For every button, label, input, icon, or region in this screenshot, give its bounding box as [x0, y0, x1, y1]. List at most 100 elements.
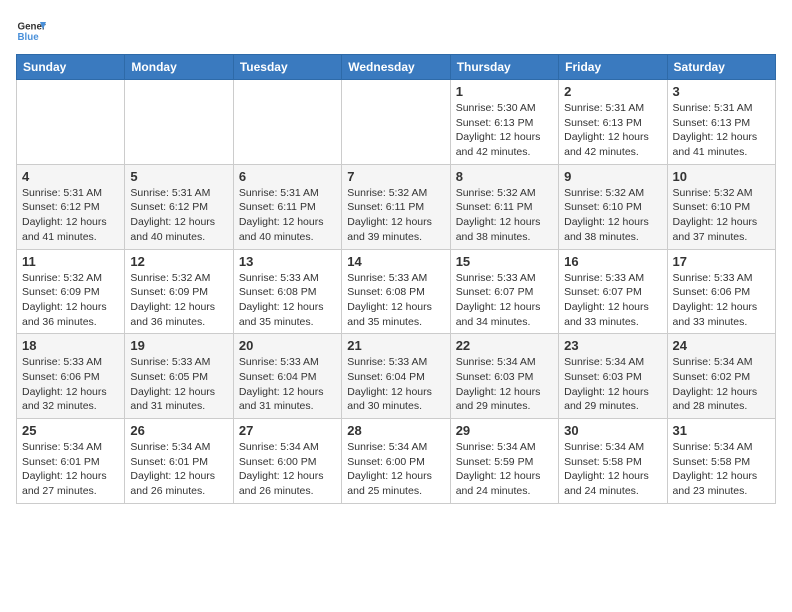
day-cell: 20 Sunrise: 5:33 AM Sunset: 6:04 PM Dayli…: [233, 334, 341, 419]
day-number: 13: [239, 254, 336, 269]
day-cell: [342, 80, 450, 165]
day-info: Sunrise: 5:33 AM Sunset: 6:07 PM Dayligh…: [564, 271, 661, 330]
day-info: Sunrise: 5:32 AM Sunset: 6:09 PM Dayligh…: [130, 271, 227, 330]
weekday-header-wednesday: Wednesday: [342, 55, 450, 80]
day-info: Sunrise: 5:34 AM Sunset: 6:01 PM Dayligh…: [22, 440, 119, 499]
day-number: 25: [22, 423, 119, 438]
day-cell: 29 Sunrise: 5:34 AM Sunset: 5:59 PM Dayli…: [450, 419, 558, 504]
day-cell: 17Sunrise: 5:33 AM Sunset: 6:06 PM Dayli…: [667, 249, 775, 334]
day-cell: 9 Sunrise: 5:32 AM Sunset: 6:10 PM Daylig…: [559, 164, 667, 249]
day-number: 3: [673, 84, 770, 99]
day-info: Sunrise: 5:33 AM Sunset: 6:06 PM Dayligh…: [673, 271, 770, 330]
week-row-2: 4Sunrise: 5:31 AM Sunset: 6:12 PM Daylig…: [17, 164, 776, 249]
day-info: Sunrise: 5:34 AM Sunset: 6:02 PM Dayligh…: [673, 355, 770, 414]
weekday-header-monday: Monday: [125, 55, 233, 80]
day-info: Sunrise: 5:31 AM Sunset: 6:13 PM Dayligh…: [564, 101, 661, 160]
svg-text:Blue: Blue: [18, 32, 40, 43]
logo: General Blue: [16, 16, 50, 46]
day-cell: 11Sunrise: 5:32 AM Sunset: 6:09 PM Dayli…: [17, 249, 125, 334]
day-cell: 28Sunrise: 5:34 AM Sunset: 6:00 PM Dayli…: [342, 419, 450, 504]
day-number: 22: [456, 338, 553, 353]
weekday-header-saturday: Saturday: [667, 55, 775, 80]
day-number: 18: [22, 338, 119, 353]
day-cell: 2 Sunrise: 5:31 AM Sunset: 6:13 PM Daylig…: [559, 80, 667, 165]
day-info: Sunrise: 5:31 AM Sunset: 6:11 PM Dayligh…: [239, 186, 336, 245]
day-info: Sunrise: 5:34 AM Sunset: 6:03 PM Dayligh…: [564, 355, 661, 414]
day-cell: 26 Sunrise: 5:34 AM Sunset: 6:01 PM Dayli…: [125, 419, 233, 504]
day-number: 27: [239, 423, 336, 438]
week-row-1: 1Sunrise: 5:30 AM Sunset: 6:13 PM Daylig…: [17, 80, 776, 165]
week-row-4: 18 Sunrise: 5:33 AM Sunset: 6:06 PM Dayli…: [17, 334, 776, 419]
week-row-5: 25 Sunrise: 5:34 AM Sunset: 6:01 PM Dayli…: [17, 419, 776, 504]
day-cell: 27 Sunrise: 5:34 AM Sunset: 6:00 PM Dayli…: [233, 419, 341, 504]
day-number: 24: [673, 338, 770, 353]
day-cell: 10 Sunrise: 5:32 AM Sunset: 6:10 PM Dayli…: [667, 164, 775, 249]
day-number: 7: [347, 169, 444, 184]
day-cell: [233, 80, 341, 165]
day-info: Sunrise: 5:31 AM Sunset: 6:12 PM Dayligh…: [130, 186, 227, 245]
day-number: 29: [456, 423, 553, 438]
day-info: Sunrise: 5:31 AM Sunset: 6:12 PM Dayligh…: [22, 186, 119, 245]
day-number: 30: [564, 423, 661, 438]
day-cell: 12Sunrise: 5:32 AM Sunset: 6:09 PM Dayli…: [125, 249, 233, 334]
day-cell: 22 Sunrise: 5:34 AM Sunset: 6:03 PM Dayli…: [450, 334, 558, 419]
day-number: 5: [130, 169, 227, 184]
day-info: Sunrise: 5:34 AM Sunset: 5:58 PM Dayligh…: [564, 440, 661, 499]
day-info: Sunrise: 5:33 AM Sunset: 6:04 PM Dayligh…: [239, 355, 336, 414]
day-cell: 8 Sunrise: 5:32 AM Sunset: 6:11 PM Daylig…: [450, 164, 558, 249]
day-info: Sunrise: 5:34 AM Sunset: 5:59 PM Dayligh…: [456, 440, 553, 499]
day-info: Sunrise: 5:33 AM Sunset: 6:06 PM Dayligh…: [22, 355, 119, 414]
day-info: Sunrise: 5:31 AM Sunset: 6:13 PM Dayligh…: [673, 101, 770, 160]
day-cell: 14 Sunrise: 5:33 AM Sunset: 6:08 PM Dayli…: [342, 249, 450, 334]
day-number: 10: [673, 169, 770, 184]
day-number: 9: [564, 169, 661, 184]
day-cell: 4Sunrise: 5:31 AM Sunset: 6:12 PM Daylig…: [17, 164, 125, 249]
day-cell: 5 Sunrise: 5:31 AM Sunset: 6:12 PM Daylig…: [125, 164, 233, 249]
weekday-header-sunday: Sunday: [17, 55, 125, 80]
day-info: Sunrise: 5:34 AM Sunset: 6:01 PM Dayligh…: [130, 440, 227, 499]
day-number: 31: [673, 423, 770, 438]
day-cell: 18 Sunrise: 5:33 AM Sunset: 6:06 PM Dayli…: [17, 334, 125, 419]
day-cell: 30 Sunrise: 5:34 AM Sunset: 5:58 PM Dayli…: [559, 419, 667, 504]
day-cell: 6 Sunrise: 5:31 AM Sunset: 6:11 PM Daylig…: [233, 164, 341, 249]
logo-icon: General Blue: [16, 16, 46, 46]
weekday-header-thursday: Thursday: [450, 55, 558, 80]
day-number: 15: [456, 254, 553, 269]
weekday-header-tuesday: Tuesday: [233, 55, 341, 80]
day-number: 11: [22, 254, 119, 269]
day-info: Sunrise: 5:33 AM Sunset: 6:05 PM Dayligh…: [130, 355, 227, 414]
day-info: Sunrise: 5:33 AM Sunset: 6:08 PM Dayligh…: [347, 271, 444, 330]
day-cell: 19 Sunrise: 5:33 AM Sunset: 6:05 PM Dayli…: [125, 334, 233, 419]
day-number: 6: [239, 169, 336, 184]
day-info: Sunrise: 5:34 AM Sunset: 6:00 PM Dayligh…: [239, 440, 336, 499]
day-cell: [17, 80, 125, 165]
day-info: Sunrise: 5:32 AM Sunset: 6:10 PM Dayligh…: [564, 186, 661, 245]
day-cell: [125, 80, 233, 165]
day-info: Sunrise: 5:33 AM Sunset: 6:08 PM Dayligh…: [239, 271, 336, 330]
day-info: Sunrise: 5:33 AM Sunset: 6:04 PM Dayligh…: [347, 355, 444, 414]
day-number: 23: [564, 338, 661, 353]
day-number: 14: [347, 254, 444, 269]
day-info: Sunrise: 5:34 AM Sunset: 5:58 PM Dayligh…: [673, 440, 770, 499]
day-cell: 15 Sunrise: 5:33 AM Sunset: 6:07 PM Dayli…: [450, 249, 558, 334]
day-number: 26: [130, 423, 227, 438]
day-info: Sunrise: 5:32 AM Sunset: 6:11 PM Dayligh…: [456, 186, 553, 245]
day-number: 2: [564, 84, 661, 99]
day-info: Sunrise: 5:30 AM Sunset: 6:13 PM Dayligh…: [456, 101, 553, 160]
day-cell: 3 Sunrise: 5:31 AM Sunset: 6:13 PM Daylig…: [667, 80, 775, 165]
day-cell: 21 Sunrise: 5:33 AM Sunset: 6:04 PM Dayli…: [342, 334, 450, 419]
day-cell: 24 Sunrise: 5:34 AM Sunset: 6:02 PM Dayli…: [667, 334, 775, 419]
day-info: Sunrise: 5:32 AM Sunset: 6:11 PM Dayligh…: [347, 186, 444, 245]
day-number: 19: [130, 338, 227, 353]
weekday-header-row: SundayMondayTuesdayWednesdayThursdayFrid…: [17, 55, 776, 80]
day-number: 28: [347, 423, 444, 438]
day-info: Sunrise: 5:34 AM Sunset: 6:03 PM Dayligh…: [456, 355, 553, 414]
day-number: 21: [347, 338, 444, 353]
day-number: 8: [456, 169, 553, 184]
day-info: Sunrise: 5:32 AM Sunset: 6:10 PM Dayligh…: [673, 186, 770, 245]
day-number: 20: [239, 338, 336, 353]
day-cell: 31 Sunrise: 5:34 AM Sunset: 5:58 PM Dayli…: [667, 419, 775, 504]
page-header: General Blue: [16, 16, 776, 46]
day-number: 16: [564, 254, 661, 269]
day-info: Sunrise: 5:33 AM Sunset: 6:07 PM Dayligh…: [456, 271, 553, 330]
